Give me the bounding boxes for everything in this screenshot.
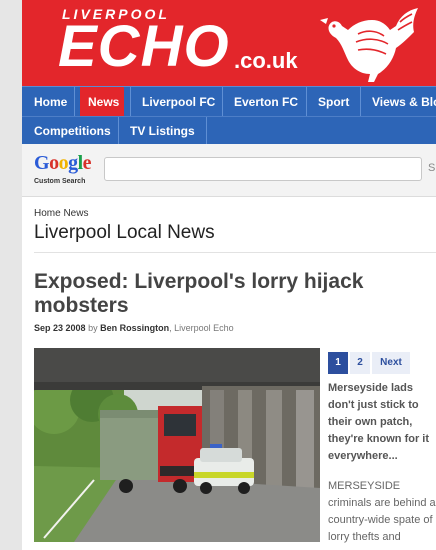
google-wordmark: Google <box>34 152 92 174</box>
article-teaser: Merseyside lads don't just stick to thei… <box>328 382 430 462</box>
breadcrumb[interactable]: Home News <box>34 208 88 219</box>
author-link[interactable]: Ben Rossington <box>100 323 169 333</box>
primary-nav: Home News Liverpool FC Everton FC Sport … <box>22 86 436 117</box>
lorry-photo-image <box>34 348 320 542</box>
nav-views-blogs[interactable]: Views & Blo <box>364 87 436 117</box>
nav-divider <box>118 117 119 145</box>
brand-logo[interactable]: ECHO <box>58 16 230 78</box>
next-page-button[interactable]: Next <box>372 352 410 374</box>
article-photo[interactable] <box>34 348 320 542</box>
page-1-button[interactable]: 1 <box>328 352 348 374</box>
divider <box>34 252 436 253</box>
search-input[interactable] <box>104 157 422 181</box>
article-date: Sep 23 2008 <box>34 323 86 333</box>
liverbird-icon <box>320 8 418 82</box>
custom-search-label: Custom Search <box>34 178 86 185</box>
nav-sport[interactable]: Sport <box>310 87 360 117</box>
nav-divider <box>222 87 223 117</box>
byline: Sep 23 2008 by Ben Rossington, Liverpool… <box>34 323 234 333</box>
google-logo: Google Custom Search <box>34 152 92 185</box>
search-bar: Google Custom Search S <box>22 144 436 197</box>
nav-divider <box>74 87 75 117</box>
nav-divider <box>360 87 361 117</box>
secondary-nav: Competitions TV Listings <box>22 116 436 145</box>
page-sheet: LIVERPOOL ECHO .co.uk Home News Liverpoo… <box>22 0 436 550</box>
nav-tv-listings[interactable]: TV Listings <box>122 117 206 145</box>
section-title: Liverpool Local News <box>34 222 215 243</box>
nav-everton-fc[interactable]: Everton FC <box>226 87 306 117</box>
nav-divider <box>130 87 131 117</box>
search-button[interactable]: S <box>428 162 435 174</box>
masthead: LIVERPOOL ECHO .co.uk <box>22 0 436 86</box>
nav-news[interactable]: News <box>80 87 124 117</box>
nav-liverpool-fc[interactable]: Liverpool FC <box>134 87 220 117</box>
brand-tld: .co.uk <box>234 48 298 73</box>
byline-by: by <box>88 323 98 333</box>
nav-divider <box>306 87 307 117</box>
publication: , Liverpool Echo <box>169 323 234 333</box>
article-body: MERSEYSIDE criminals are behind a countr… <box>328 480 436 543</box>
nav-competitions[interactable]: Competitions <box>26 117 114 145</box>
article-headline[interactable]: Exposed: Liverpool's lorry hijack mobste… <box>34 270 432 318</box>
nav-divider <box>206 117 207 145</box>
nav-home[interactable]: Home <box>26 87 72 117</box>
page-2-button[interactable]: 2 <box>350 352 370 374</box>
